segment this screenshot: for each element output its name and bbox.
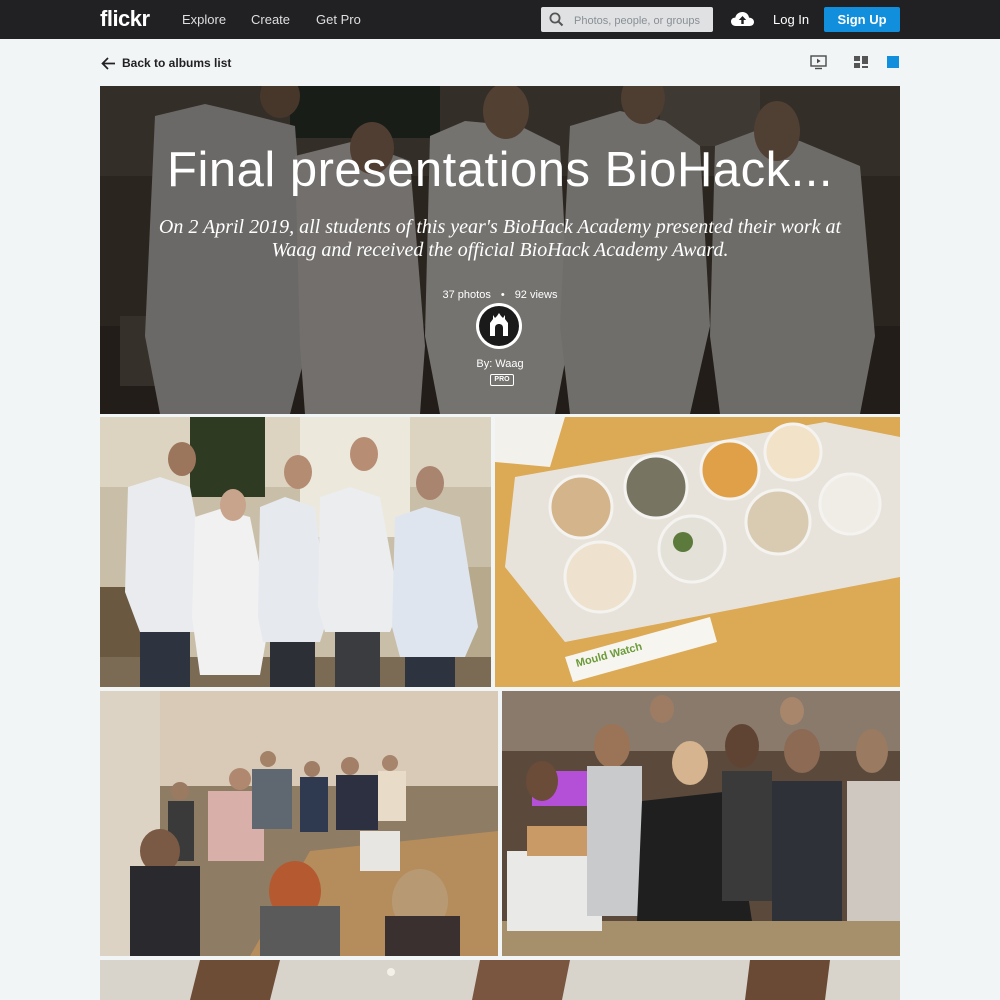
petri-dishes-photo: Mould Watch bbox=[495, 417, 900, 687]
photo-tile[interactable] bbox=[100, 417, 491, 687]
owner-name[interactable]: By: Waag bbox=[0, 358, 1000, 370]
view-count: 92 views bbox=[514, 289, 558, 301]
album-description: On 2 April 2019, all students of this ye… bbox=[158, 216, 842, 261]
album-title: Final presentations BioHack... bbox=[167, 143, 833, 197]
photo-tile[interactable] bbox=[100, 960, 900, 1000]
search-input[interactable] bbox=[572, 10, 712, 31]
pro-badge: PRO bbox=[490, 374, 514, 386]
nav-get-pro[interactable]: Get Pro bbox=[316, 12, 361, 27]
photo-tile[interactable] bbox=[100, 691, 498, 956]
presentation-demo-photo bbox=[502, 691, 900, 956]
photo-count: 37 photos bbox=[442, 289, 491, 301]
owner-avatar[interactable] bbox=[476, 303, 522, 349]
photo-tile[interactable] bbox=[502, 691, 900, 956]
flickr-logo[interactable]: flickr bbox=[100, 6, 150, 32]
single-view-icon[interactable] bbox=[886, 55, 900, 69]
search-box bbox=[541, 7, 713, 32]
upload-cloud-icon[interactable] bbox=[730, 9, 755, 29]
photo-tile[interactable]: Mould Watch bbox=[495, 417, 900, 687]
group-portrait-photo bbox=[100, 417, 491, 687]
login-link[interactable]: Log In bbox=[773, 12, 809, 27]
signup-button[interactable]: Sign Up bbox=[824, 7, 900, 32]
ceiling-photo bbox=[100, 960, 900, 1000]
back-label: Back to albums list bbox=[122, 56, 232, 70]
top-nav: flickr Explore Create Get Pro Log In Sig… bbox=[0, 0, 1000, 39]
back-to-albums-link[interactable]: Back to albums list bbox=[101, 54, 231, 72]
search-icon[interactable] bbox=[549, 12, 564, 27]
slideshow-icon[interactable] bbox=[810, 55, 827, 70]
workshop-crowd-photo bbox=[100, 691, 498, 956]
waag-logo-icon bbox=[490, 313, 508, 336]
grid-view-icon[interactable] bbox=[853, 55, 869, 69]
album-stats: 37 photos • 92 views bbox=[442, 289, 558, 301]
arrow-left-icon bbox=[101, 56, 115, 70]
nav-explore[interactable]: Explore bbox=[182, 12, 226, 27]
nav-create[interactable]: Create bbox=[251, 12, 290, 27]
